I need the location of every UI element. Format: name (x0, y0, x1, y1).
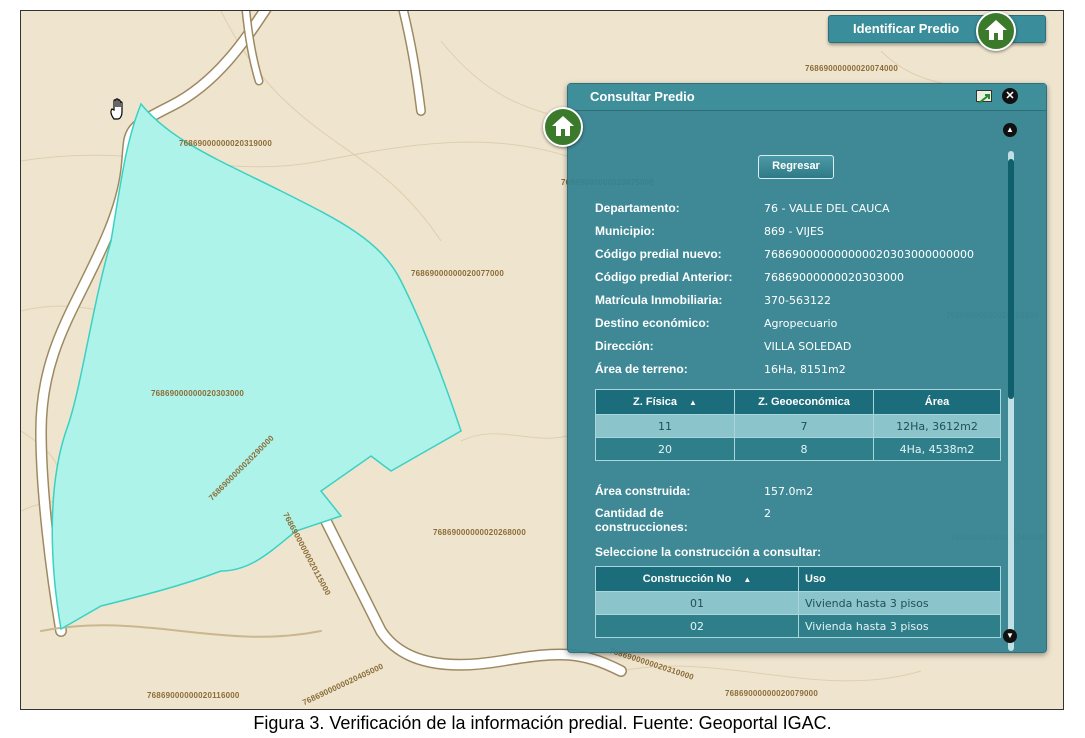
table-cell: 7 (734, 414, 874, 438)
parcel-label: 76869000000020077000 (411, 269, 504, 278)
close-icon: ✕ (1005, 90, 1015, 102)
parcel-label: 76869000000020074000 (805, 64, 898, 73)
table-cell: 4Ha, 4538m2 (873, 437, 1001, 461)
field-value: 16Ha, 8151m2 (764, 363, 846, 376)
field-label: Dirección: (595, 339, 654, 353)
field-value: 869 - VIJES (764, 225, 824, 238)
hand-cursor-icon (110, 98, 123, 120)
field-label: Municipio: (595, 224, 655, 238)
table-cell: Vivienda hasta 3 pisos (798, 591, 1001, 615)
selected-parcel[interactable] (51, 102, 462, 631)
parcel-label: 76869000000020268000 (433, 528, 526, 537)
sort-ascending-icon: ▲ (689, 398, 697, 407)
field-label: Matrícula Inmobiliaria: (595, 293, 723, 307)
table-cell: 02 (595, 614, 799, 638)
panel-title: Consultar Predio (590, 89, 695, 104)
column-header-z-fisica[interactable]: Z. Física ▲ (595, 389, 735, 415)
map-frame: 76869000000020319000 7686900000002007700… (20, 10, 1064, 710)
table-cell: 11 (595, 414, 735, 438)
field-label: Destino económico: (595, 316, 710, 330)
close-button[interactable]: ✕ (1002, 88, 1018, 104)
built-area-value: 157.0m2 (764, 485, 814, 498)
table-row[interactable]: 01 Vivienda hasta 3 pisos (595, 591, 1001, 615)
back-button[interactable]: Regresar (758, 155, 834, 179)
column-header-construccion-no[interactable]: Construcción No ▲ (595, 566, 799, 592)
field-value: 76 - VALLE DEL CAUCA (764, 202, 890, 215)
field-value: Agropecuario (764, 317, 838, 330)
zones-table: Z. Física ▲ Z. Geoeconómica Área 11 7 12H… (595, 389, 1001, 461)
field-value: VILLA SOLEDAD (764, 340, 852, 353)
chevron-down-icon: ▼ (1006, 631, 1014, 640)
parcel-label: 76869000000020079000 (725, 689, 818, 698)
field-label: Departamento: (595, 201, 680, 215)
parcel-label: 76869000000020303000 (151, 389, 244, 398)
field-label: Código predial nuevo: (595, 247, 722, 261)
table-row[interactable]: 20 8 4Ha, 4538m2 (595, 437, 1001, 461)
scroll-up-button[interactable]: ▲ (1003, 123, 1017, 137)
field-value: 768690000000000020303000000000 (764, 248, 974, 261)
field-label: Área de terreno: (595, 362, 688, 376)
constructions-table: Construcción No ▲ Uso 01 Vivienda hasta 3… (595, 566, 1001, 638)
sort-ascending-icon: ▲ (743, 575, 752, 584)
panel-header: Consultar Predio ✕ (568, 84, 1046, 111)
parcel-label: 76869000000020116000 (147, 691, 240, 700)
identify-parcel-label: Identificar Predio (853, 21, 960, 36)
panel-body: Regresar Departamento: 76 - VALLE DEL CA… (568, 111, 1046, 652)
table-row[interactable]: 02 Vivienda hasta 3 pisos (595, 614, 1001, 638)
field-value: 76869000000020303000 (764, 271, 904, 284)
maximize-icon (978, 94, 990, 104)
built-area-label: Área construida: (595, 484, 691, 498)
maximize-button[interactable] (976, 90, 992, 104)
chevron-up-icon: ▲ (1006, 125, 1014, 134)
table-cell: 8 (734, 437, 874, 461)
home-icon[interactable] (976, 11, 1016, 51)
field-value: 370-563122 (764, 294, 831, 307)
figure-caption: Figura 3. Verificación de la información… (253, 713, 832, 733)
constructions-count-label: Cantidad de construcciones: (595, 506, 688, 534)
column-header-uso[interactable]: Uso (798, 566, 1001, 592)
parcel-label: 76869000000020319000 (179, 139, 272, 148)
scroll-down-button[interactable]: ▼ (1003, 629, 1017, 643)
select-construction-prompt: Seleccione la construcción a consultar: (595, 545, 822, 559)
scrollbar-thumb[interactable] (1008, 159, 1014, 399)
table-row[interactable]: 11 7 12Ha, 3612m2 (595, 414, 1001, 438)
home-icon[interactable] (543, 107, 583, 147)
column-header-area[interactable]: Área (873, 389, 1001, 415)
column-header-z-geoeconomica[interactable]: Z. Geoeconómica (734, 389, 874, 415)
constructions-count-value: 2 (764, 507, 771, 520)
table-cell: 01 (595, 591, 799, 615)
field-label: Código predial Anterior: (595, 270, 733, 284)
table-cell: 12Ha, 3612m2 (873, 414, 1001, 438)
table-cell: Vivienda hasta 3 pisos (798, 614, 1001, 638)
consultar-predio-panel: Consultar Predio ✕ Regresar Departamento… (567, 83, 1047, 653)
table-cell: 20 (595, 437, 735, 461)
